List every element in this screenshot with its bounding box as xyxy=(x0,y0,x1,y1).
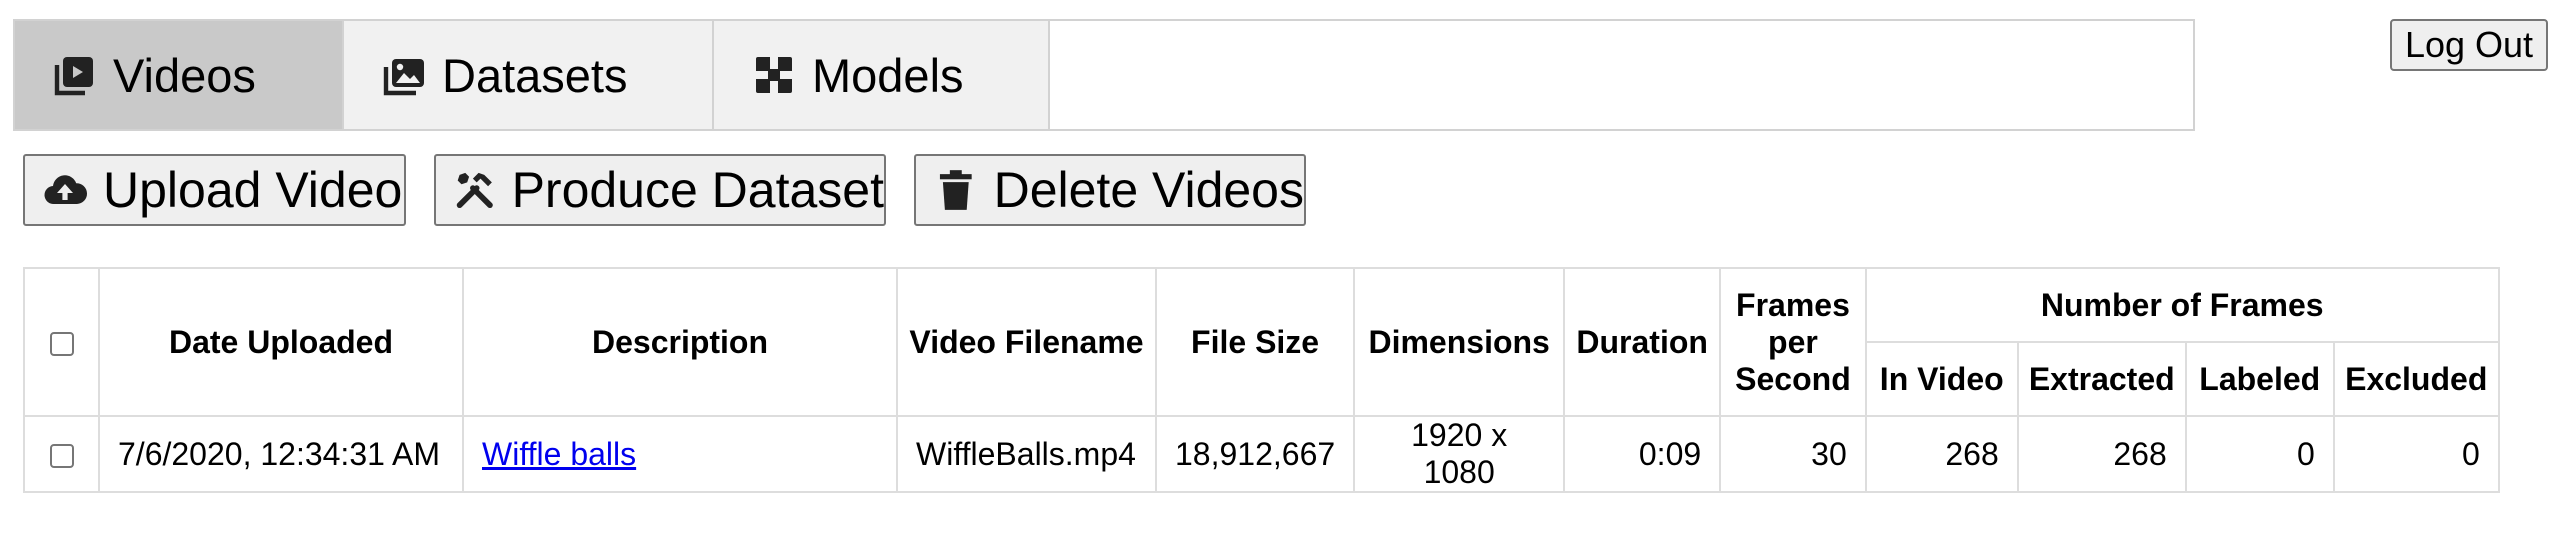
row-select-cell xyxy=(23,415,100,493)
tab-label: Models xyxy=(812,48,964,102)
delete-videos-button[interactable]: Delete Videos xyxy=(914,154,1306,226)
logout-button[interactable]: Log Out xyxy=(2390,19,2548,71)
tab-label: Videos xyxy=(113,48,256,102)
cell-fps: 30 xyxy=(1719,415,1867,493)
button-label: Delete Videos xyxy=(993,162,1304,218)
cloud-upload-icon xyxy=(41,166,89,214)
cell-extracted: 268 xyxy=(2016,415,2187,493)
header-labeled[interactable]: Labeled xyxy=(2184,341,2335,417)
cell-file-size: 18,912,667 xyxy=(1154,415,1356,493)
select-all-checkbox[interactable] xyxy=(49,332,74,357)
header-description[interactable]: Description xyxy=(462,267,898,417)
produce-dataset-button[interactable]: Produce Dataset xyxy=(434,154,886,226)
header-file-size[interactable]: File Size xyxy=(1154,267,1356,417)
model-icon xyxy=(750,51,798,99)
header-in-video[interactable]: In Video xyxy=(1864,341,2019,417)
cell-duration: 0:09 xyxy=(1563,415,1722,493)
upload-video-button[interactable]: Upload Video xyxy=(23,154,406,226)
videos-table: Date Uploaded Description Video Filename… xyxy=(23,267,2500,493)
cell-in-video: 268 xyxy=(1864,415,2019,493)
row-checkbox[interactable] xyxy=(49,444,74,469)
tab-videos[interactable]: Videos xyxy=(15,21,344,129)
header-extracted[interactable]: Extracted xyxy=(2016,341,2187,417)
table-row: 7/6/2020, 12:34:31 AM Wiffle balls Wiffl… xyxy=(23,415,2500,493)
description-link[interactable]: Wiffle balls xyxy=(482,436,636,472)
images-icon xyxy=(380,51,428,99)
button-label: Produce Dataset xyxy=(511,162,884,218)
header-video-filename[interactable]: Video Filename xyxy=(896,267,1157,417)
cell-dimensions: 1920 x 1080 xyxy=(1353,415,1566,493)
tab-label: Datasets xyxy=(442,48,628,102)
cell-labeled: 0 xyxy=(2184,415,2335,493)
cell-excluded: 0 xyxy=(2332,415,2500,493)
header-fps[interactable]: Frames per Second xyxy=(1719,267,1867,417)
tools-icon xyxy=(452,166,498,214)
header-date-uploaded[interactable]: Date Uploaded xyxy=(98,267,464,417)
tab-datasets[interactable]: Datasets xyxy=(344,21,714,129)
cell-date-uploaded: 7/6/2020, 12:34:31 AM xyxy=(98,415,464,493)
tab-bar: Videos Datasets Models xyxy=(13,19,2195,131)
header-duration[interactable]: Duration xyxy=(1563,267,1722,417)
header-number-of-frames: Number of Frames xyxy=(1864,267,2500,343)
header-excluded[interactable]: Excluded xyxy=(2332,341,2500,417)
video-icon xyxy=(51,51,99,99)
cell-description: Wiffle balls xyxy=(462,415,898,493)
button-label: Upload Video xyxy=(103,162,403,218)
trash-icon xyxy=(932,166,980,214)
tab-models[interactable]: Models xyxy=(714,21,1050,129)
select-all-header xyxy=(23,267,100,417)
header-dimensions[interactable]: Dimensions xyxy=(1353,267,1566,417)
cell-video-filename: WiffleBalls.mp4 xyxy=(896,415,1157,493)
